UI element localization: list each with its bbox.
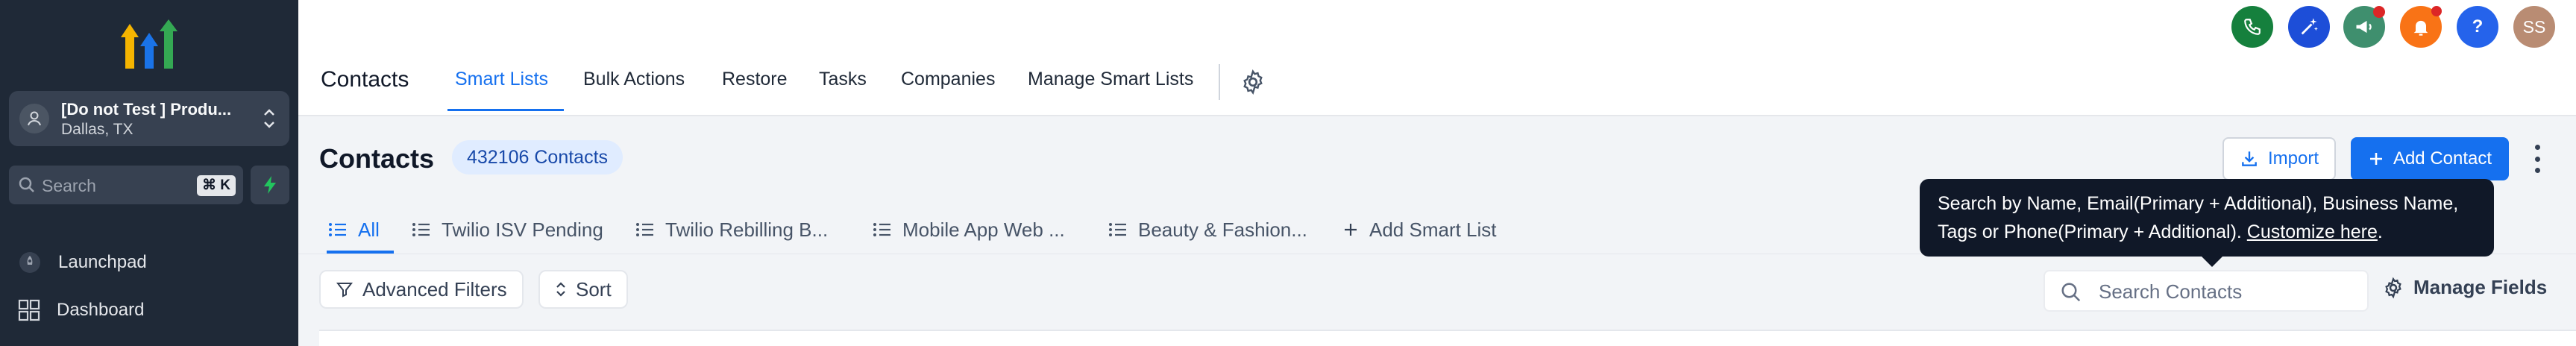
magic-wand-icon bbox=[2301, 18, 2318, 35]
avatar-initials: SS bbox=[2522, 16, 2546, 37]
sidebar: [Do not Test ] Produ... Dallas, TX Searc… bbox=[0, 0, 298, 346]
bell-icon bbox=[2413, 20, 2428, 36]
sidebar-item-dashboard[interactable]: Dashboard bbox=[18, 294, 144, 327]
magic-button[interactable] bbox=[2288, 6, 2330, 48]
brand-logo bbox=[121, 19, 178, 69]
smartlist-tab[interactable]: Beauty & Fashion... bbox=[1108, 215, 1307, 245]
search-icon bbox=[19, 177, 34, 192]
divider bbox=[1219, 64, 1220, 100]
account-name: [Do not Test ] Produ... bbox=[61, 100, 232, 119]
smartlist-tab[interactable]: Twilio ISV Pending bbox=[412, 215, 603, 245]
smartlist-label: Twilio ISV Pending bbox=[442, 218, 603, 241]
settings-gear-icon[interactable] bbox=[1240, 69, 1266, 95]
filter-icon bbox=[336, 283, 354, 298]
sort-icon bbox=[556, 282, 565, 297]
search-placeholder: Search bbox=[42, 176, 96, 195]
tab-bulk-actions[interactable]: Bulk Actions bbox=[583, 69, 685, 90]
dashboard-grid-icon bbox=[18, 299, 40, 321]
tab-manage-smart-lists[interactable]: Manage Smart Lists bbox=[1028, 69, 1193, 90]
page-section-title: Contacts bbox=[321, 67, 409, 92]
sidebar-search[interactable]: Search ⌘ K bbox=[9, 166, 243, 204]
manage-fields-button[interactable]: Manage Fields bbox=[2382, 276, 2547, 299]
notifications-button[interactable] bbox=[2400, 6, 2442, 48]
lightning-icon bbox=[264, 176, 276, 194]
smartlist-label: Mobile App Web ... bbox=[902, 218, 1065, 241]
chevron-up-down-icon bbox=[264, 109, 274, 128]
account-location: Dallas, TX bbox=[61, 121, 133, 138]
plus-icon bbox=[2369, 153, 2382, 165]
sort-button[interactable]: Sort bbox=[538, 270, 628, 309]
tooltip-arrow bbox=[2202, 257, 2222, 267]
sidebar-item-label: Dashboard bbox=[57, 300, 145, 320]
phone-icon bbox=[2244, 19, 2261, 35]
help-button[interactable]: ? bbox=[2457, 6, 2498, 48]
megaphone-icon bbox=[2356, 20, 2372, 34]
top-tabbar: Contacts Smart Lists Bulk Actions Restor… bbox=[298, 52, 2576, 116]
tooltip-line-1: Search by Name, Email(Primary + Addition… bbox=[1938, 193, 2459, 214]
more-options-icon[interactable] bbox=[2531, 140, 2543, 177]
download-icon bbox=[2242, 151, 2257, 166]
user-icon bbox=[28, 111, 41, 126]
search-tooltip: Search by Name, Email(Primary + Addition… bbox=[1920, 179, 2494, 257]
import-button[interactable]: Import bbox=[2222, 137, 2336, 180]
add-contact-button[interactable]: Add Contact bbox=[2351, 137, 2509, 180]
announcements-button[interactable] bbox=[2343, 6, 2385, 48]
contacts-table bbox=[319, 330, 2576, 346]
sidebar-item-launchpad[interactable]: Launchpad bbox=[18, 246, 147, 279]
tab-smart-lists[interactable]: Smart Lists bbox=[455, 69, 548, 90]
import-label: Import bbox=[2267, 148, 2319, 169]
tab-restore[interactable]: Restore bbox=[722, 69, 788, 90]
tooltip-line-2: Tags or Phone(Primary + Additional). Cus… bbox=[1938, 218, 2476, 246]
smartlist-tab[interactable]: Twilio Rebilling B... bbox=[635, 215, 828, 245]
list-icon bbox=[873, 223, 890, 236]
tooltip-text: Tags or Phone(Primary + Additional). bbox=[1938, 221, 2247, 242]
sidebar-item-label: Launchpad bbox=[58, 252, 147, 272]
smartlist-label: Twilio Rebilling B... bbox=[665, 218, 829, 241]
page-title: Contacts bbox=[319, 143, 435, 174]
shortcut-badge: ⌘ K bbox=[197, 175, 236, 196]
tab-companies[interactable]: Companies bbox=[901, 69, 995, 90]
smartlist-tab-all[interactable]: All bbox=[328, 215, 380, 245]
list-icon bbox=[412, 223, 430, 236]
notification-dot bbox=[2373, 6, 2385, 18]
location-avatar bbox=[19, 104, 49, 133]
search-contacts-field[interactable] bbox=[2043, 270, 2369, 312]
quick-actions-button[interactable] bbox=[251, 166, 289, 204]
smartlist-label: Beauty & Fashion... bbox=[1138, 218, 1307, 241]
notification-dot bbox=[2431, 6, 2442, 16]
list-icon bbox=[636, 223, 653, 236]
search-contacts-input[interactable] bbox=[2099, 279, 2352, 304]
settings-gear-icon bbox=[2385, 277, 2401, 298]
list-icon bbox=[329, 223, 346, 236]
add-smart-list-label: Add Smart List bbox=[1369, 218, 1497, 241]
tooltip-text: . bbox=[2377, 221, 2383, 242]
plus-icon bbox=[1345, 224, 1357, 236]
add-contact-label: Add Contact bbox=[2393, 148, 2492, 169]
advanced-filters-label: Advanced Filters bbox=[362, 277, 507, 301]
account-switcher[interactable]: [Do not Test ] Produ... Dallas, TX bbox=[9, 91, 289, 146]
active-tab-indicator bbox=[447, 109, 564, 111]
advanced-filters-button[interactable]: Advanced Filters bbox=[319, 270, 524, 309]
search-icon bbox=[2061, 283, 2081, 302]
tab-tasks[interactable]: Tasks bbox=[819, 69, 867, 90]
launchpad-icon bbox=[19, 252, 40, 273]
sort-label: Sort bbox=[576, 277, 612, 301]
list-icon bbox=[1109, 223, 1126, 236]
smartlist-tab[interactable]: Mobile App Web ... bbox=[873, 215, 1065, 245]
manage-fields-label: Manage Fields bbox=[2413, 276, 2548, 298]
contacts-count-badge: 432106 Contacts bbox=[452, 140, 623, 174]
customize-here-link[interactable]: Customize here bbox=[2247, 221, 2378, 242]
user-avatar[interactable]: SS bbox=[2513, 6, 2555, 48]
add-smart-list-button[interactable]: Add Smart List bbox=[1342, 215, 1497, 245]
phone-button[interactable] bbox=[2231, 6, 2273, 48]
help-icon: ? bbox=[2472, 16, 2484, 37]
smartlist-label: All bbox=[358, 218, 380, 241]
